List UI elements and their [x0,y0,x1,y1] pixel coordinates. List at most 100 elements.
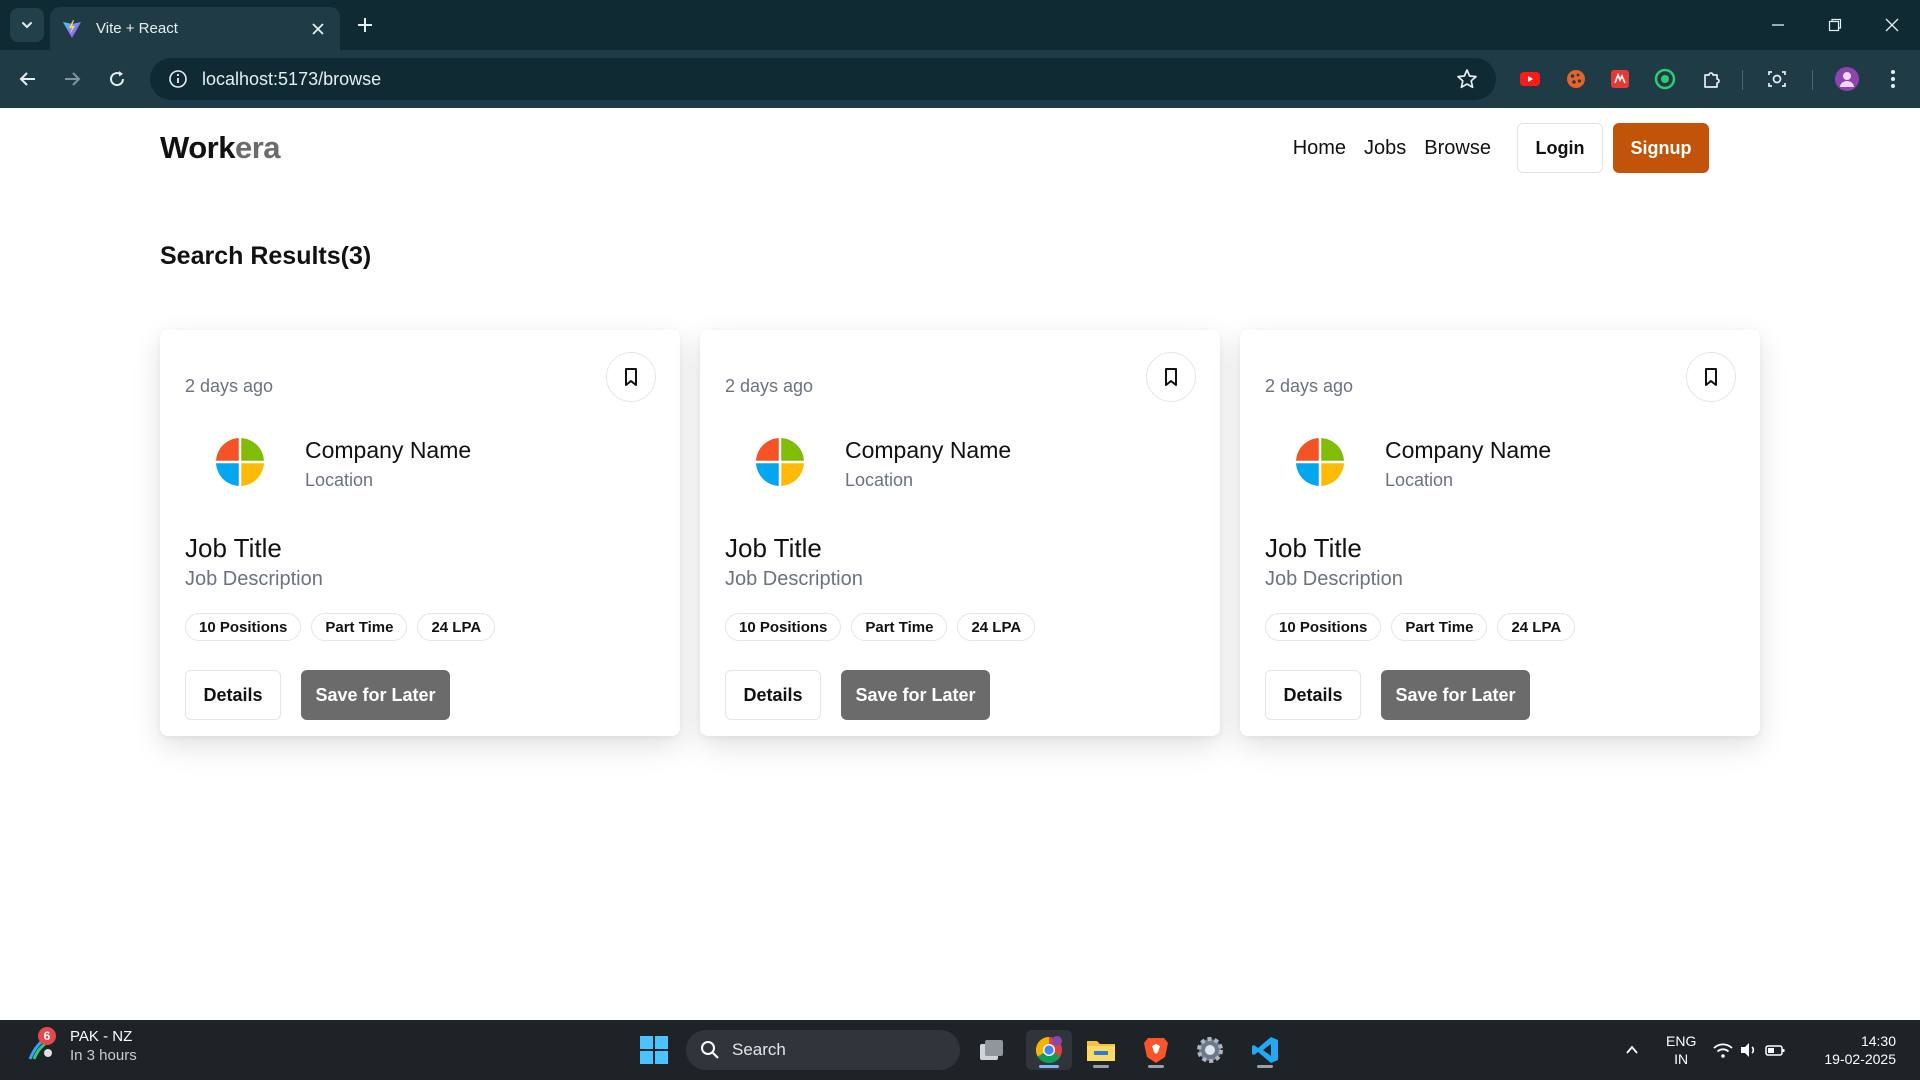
job-type-badge: Part Time [851,613,948,641]
extension-green-circle[interactable] [1650,64,1680,94]
company-location: Location [1385,470,1454,490]
nav-home[interactable]: Home [1293,137,1346,160]
bookmark-button[interactable] [606,352,656,402]
extension-cookie[interactable] [1561,64,1591,94]
red-app-icon [1611,70,1629,88]
save-for-later-button[interactable]: Save for Later [301,670,450,720]
language-indicator[interactable]: ENG IN [1666,1032,1696,1068]
cookie-icon [1567,70,1585,88]
save-for-later-button[interactable]: Save for Later [841,670,990,720]
settings-icon [1197,1037,1223,1063]
chevron-down-icon [22,22,32,29]
cricket-icon: 6 [24,1027,58,1063]
site-logo[interactable]: Workera [160,130,281,166]
task-view-button[interactable] [971,1030,1011,1070]
positions-badge: 10 Positions [185,613,302,641]
language-line-1: ENG [1666,1033,1697,1049]
bookmark-button[interactable] [1686,352,1736,402]
taskbar-vscode[interactable] [1245,1030,1285,1070]
weather-widget[interactable]: 6 PAK - NZ In 3 hours [24,1027,137,1064]
save-for-later-button[interactable]: Save for Later [1381,670,1530,720]
extensions-button[interactable] [1697,64,1727,94]
profile-avatar[interactable] [1832,64,1862,94]
reload-button[interactable] [102,64,132,94]
clock-time: 14:30 [1860,1033,1896,1049]
company-logo-icon [1296,438,1344,486]
details-button[interactable]: Details [725,670,821,720]
tab-title: Vite + React [96,20,178,37]
green-target-icon [1654,68,1676,90]
signup-button[interactable]: Signup [1613,123,1709,173]
camera-icon [1768,71,1786,87]
info-icon [169,70,187,88]
browser-menu-button[interactable] [1878,64,1908,94]
logo-part-2: era [234,130,281,165]
taskbar-brave[interactable] [1136,1030,1176,1070]
chevron-up-icon [1626,1045,1638,1054]
extension-red-app[interactable] [1605,64,1635,94]
new-tab-button[interactable] [352,12,378,38]
site-info-button[interactable] [156,58,200,100]
taskbar-search-label: Search [732,1040,786,1059]
job-card: 2 days ago Company Name Location Job Tit… [700,330,1220,736]
extension-youtube[interactable] [1515,64,1545,94]
details-button[interactable]: Details [185,670,281,720]
avatar-icon [1835,67,1859,91]
back-button[interactable] [13,64,43,94]
language-line-2: IN [1674,1051,1689,1067]
main-nav: Home Jobs Browse Login Signup [1293,123,1709,173]
company-logo-icon [756,438,804,486]
search-icon [701,1041,719,1059]
address-bar[interactable]: localhost:5173/browse [150,58,1496,100]
open-indicator [1093,1065,1109,1068]
weather-line-2: In 3 hours [70,1047,137,1064]
task-view-icon [980,1040,1003,1060]
arrow-right-icon [65,72,81,86]
brave-icon [1144,1038,1168,1063]
clock[interactable]: 14:30 19-02-2025 [1824,1032,1896,1068]
star-icon [1457,69,1477,89]
positions-badge: 10 Positions [725,613,842,641]
taskbar-settings[interactable] [1190,1030,1230,1070]
quick-settings-button[interactable] [1706,1030,1792,1070]
windows-start-button[interactable] [634,1030,674,1070]
posted-time: 2 days ago [1265,376,1354,396]
forward-button[interactable] [57,64,87,94]
bookmark-icon [1705,368,1717,386]
details-button[interactable]: Details [1265,670,1361,720]
close-icon [1885,18,1898,32]
bookmark-button[interactable] [1146,352,1196,402]
job-type-badge: Part Time [1391,613,1488,641]
minimize-button[interactable] [1749,0,1806,50]
close-icon [312,22,324,35]
job-description: Job Description [185,568,323,590]
screenshot-button[interactable] [1762,64,1792,94]
open-indicator [1257,1065,1273,1068]
job-title: Job Title [1265,533,1362,563]
taskbar-file-explorer[interactable] [1081,1030,1121,1070]
taskbar-search[interactable]: Search [686,1030,960,1070]
job-badges: 10 Positions Part Time 24 LPA [185,613,505,641]
nav-browse[interactable]: Browse [1424,137,1491,160]
kebab-menu-icon [1891,70,1895,88]
plus-icon [358,18,372,32]
tray-overflow-button[interactable] [1612,1030,1652,1070]
browser-tab[interactable]: Vite + React [50,7,340,50]
company-name: Company Name [1385,437,1552,463]
nav-jobs[interactable]: Jobs [1364,137,1406,160]
company-logo-icon [216,438,264,486]
salary-badge: 24 LPA [957,613,1036,641]
bookmark-star-button[interactable] [1446,58,1488,100]
address-url[interactable]: localhost:5173/browse [200,69,1446,90]
tab-search-button[interactable] [10,8,44,42]
chrome-icon [1035,1036,1062,1064]
restore-icon [1828,18,1841,32]
restore-button[interactable] [1806,0,1863,50]
close-window-button[interactable] [1863,0,1920,50]
file-explorer-icon [1087,1041,1115,1061]
login-button[interactable]: Login [1517,123,1603,173]
bookmark-icon [625,368,637,386]
notification-badge: 6 [38,1027,56,1045]
taskbar-chrome[interactable] [1026,1030,1072,1070]
tab-close-button[interactable] [308,19,328,39]
